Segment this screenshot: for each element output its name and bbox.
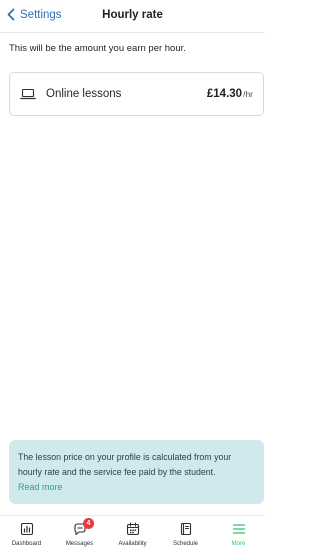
back-button[interactable]: Settings xyxy=(6,8,62,21)
tab-label: Schedule xyxy=(172,541,199,547)
info-banner-text: The lesson price on your profile is calc… xyxy=(18,452,232,477)
dashboard-icon xyxy=(20,522,33,536)
tab-more[interactable]: More xyxy=(212,516,265,555)
unread-badge: 4 xyxy=(83,518,94,529)
rate-price: £14.30 xyxy=(206,88,243,100)
chevron-left-icon xyxy=(7,8,15,21)
tab-messages[interactable]: 4 Messages xyxy=(53,516,106,555)
info-banner: The lesson price on your profile is calc… xyxy=(9,440,264,504)
rate-label: Online lessons xyxy=(46,88,122,100)
intro-text: This will be the amount you earn per hou… xyxy=(9,43,186,54)
online-lessons-rate-row[interactable]: Online lessons £14.30 /hr xyxy=(9,72,264,116)
tab-schedule[interactable]: Schedule xyxy=(159,516,212,555)
top-nav-bar: Settings Hourly rate xyxy=(0,0,265,33)
read-more-link[interactable]: Read more xyxy=(18,480,255,495)
tab-label: More xyxy=(231,541,246,547)
rate-unit: /hr xyxy=(243,89,253,99)
schedule-icon xyxy=(180,522,191,536)
menu-icon xyxy=(232,524,245,534)
laptop-icon xyxy=(20,88,36,100)
bottom-tab-bar: Dashboard 4 Messages Availability Schedu… xyxy=(0,515,265,555)
tab-label: Availability xyxy=(118,541,147,547)
tab-availability[interactable]: Availability xyxy=(106,516,159,555)
calendar-icon xyxy=(126,522,139,536)
back-button-label: Settings xyxy=(20,8,62,21)
tab-label: Dashboard xyxy=(11,541,42,547)
tab-dashboard[interactable]: Dashboard xyxy=(0,516,53,555)
tab-label: Messages xyxy=(65,541,94,547)
